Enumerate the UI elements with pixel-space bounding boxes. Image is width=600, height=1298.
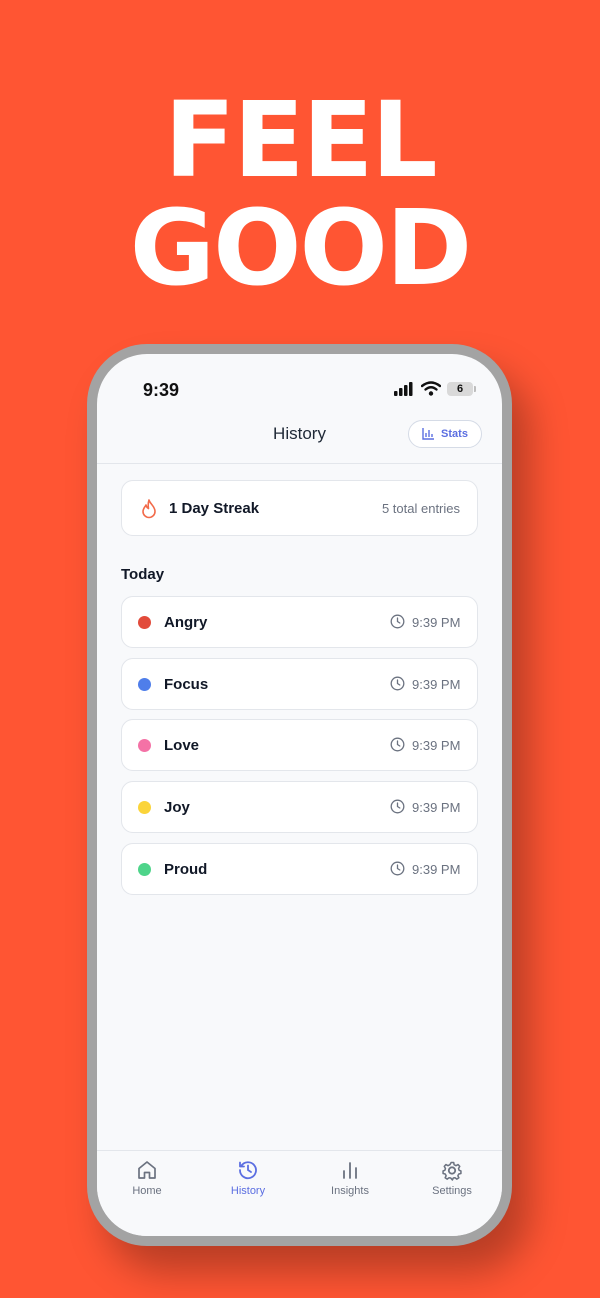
wifi-icon xyxy=(421,381,441,396)
entry-time: 9:39 PM xyxy=(412,677,461,692)
app-screen: 9:39 6 History Stats 1 Day Streak 5 tota… xyxy=(97,354,502,1236)
mood-color-dot xyxy=(138,616,151,629)
list-item[interactable]: Proud 9:39 PM xyxy=(121,843,478,895)
mood-color-dot xyxy=(138,739,151,752)
nav-bar: History Stats xyxy=(97,406,502,464)
list-item[interactable]: Joy 9:39 PM xyxy=(121,781,478,833)
entry-time: 9:39 PM xyxy=(412,800,461,815)
history-icon xyxy=(239,1161,257,1180)
entry-mood-label: Joy xyxy=(164,799,190,816)
tab-settings[interactable]: Settings xyxy=(412,1159,492,1197)
clock-icon xyxy=(390,676,405,691)
tab-settings-label: Settings xyxy=(432,1185,472,1197)
streak-entries-count: 5 total entries xyxy=(381,501,460,516)
tab-home[interactable]: Home xyxy=(107,1159,187,1197)
home-icon xyxy=(138,1161,156,1179)
entry-time: 9:39 PM xyxy=(412,738,461,753)
clock-icon xyxy=(390,614,405,629)
bar-chart-icon xyxy=(343,1162,357,1179)
list-item[interactable]: Angry 9:39 PM xyxy=(121,596,478,648)
gear-icon xyxy=(442,1161,462,1181)
cellular-signal-icon xyxy=(394,382,413,396)
stats-button[interactable]: Stats xyxy=(408,420,482,448)
clock-icon xyxy=(390,799,405,814)
battery-indicator: 6 xyxy=(447,382,476,396)
tab-bar: Home History Insights Settings xyxy=(97,1150,502,1236)
list-item[interactable]: Focus 9:39 PM xyxy=(121,658,478,710)
clock-icon xyxy=(390,737,405,752)
section-title-today: Today xyxy=(121,566,165,583)
flame-icon xyxy=(142,499,156,519)
entry-mood-label: Love xyxy=(164,737,200,754)
tab-history[interactable]: History xyxy=(208,1159,288,1197)
mood-color-dot xyxy=(138,801,151,814)
tab-home-label: Home xyxy=(132,1185,162,1197)
entry-mood-label: Proud xyxy=(164,861,208,878)
mood-color-dot xyxy=(138,678,151,691)
streak-card: 1 Day Streak 5 total entries xyxy=(121,480,478,536)
streak-title: 1 Day Streak xyxy=(169,500,260,517)
status-time: 9:39 xyxy=(143,380,180,400)
entry-time: 9:39 PM xyxy=(412,615,461,630)
tab-history-label: History xyxy=(230,1185,266,1197)
status-bar: 9:39 6 xyxy=(97,354,502,406)
bar-chart-icon xyxy=(422,428,435,440)
mood-color-dot xyxy=(138,863,151,876)
list-item[interactable]: Love 9:39 PM xyxy=(121,719,478,771)
tab-insights-label: Insights xyxy=(331,1185,369,1197)
headline-good: GOOD xyxy=(129,187,473,309)
tab-insights[interactable]: Insights xyxy=(310,1159,390,1197)
phone-frame: 9:39 6 History Stats 1 Day Streak 5 tota… xyxy=(87,344,512,1246)
stats-button-label: Stats xyxy=(441,428,468,440)
clock-icon xyxy=(390,861,405,876)
entry-time: 9:39 PM xyxy=(412,862,461,877)
entry-mood-label: Focus xyxy=(164,676,209,693)
headline-feel: FEEL xyxy=(164,79,437,201)
entry-mood-label: Angry xyxy=(164,614,208,631)
